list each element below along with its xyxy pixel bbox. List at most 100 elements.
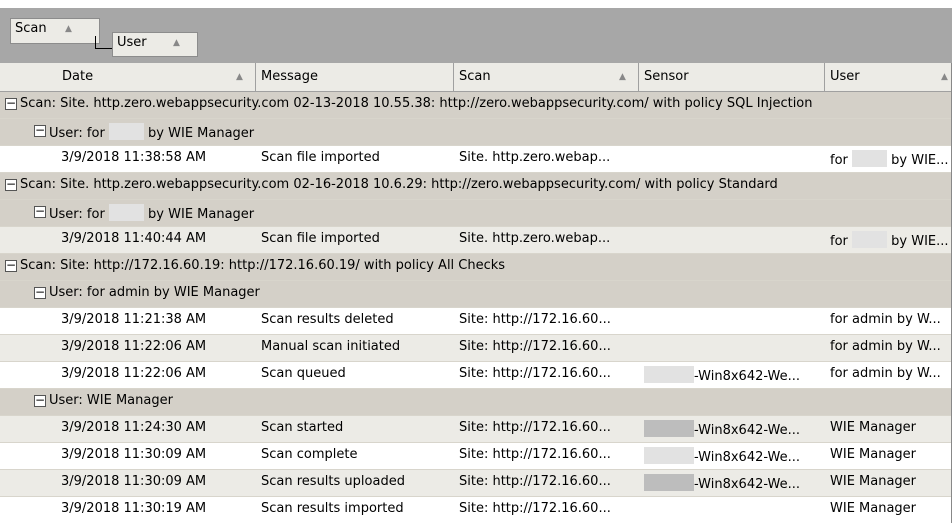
cell-message: Scan queued bbox=[261, 366, 346, 381]
scan-group-label: Scan: Site: http://172.16.60.19: http://… bbox=[20, 258, 506, 273]
table-row[interactable]: 3/9/2018 11:30:19 AM Scan results importe… bbox=[0, 497, 952, 523]
cell-sensor-text: -Win8x642-We... bbox=[694, 369, 801, 384]
user-group-label: User: for by WIE Manager bbox=[49, 123, 254, 141]
group-by-panel[interactable]: Scan ▲ User ▲ bbox=[0, 0, 952, 63]
cell-date: 3/9/2018 11:30:09 AM bbox=[61, 474, 207, 489]
table-row[interactable]: 3/9/2018 11:30:09 AM Scan results uploade… bbox=[0, 470, 952, 497]
table-row[interactable]: 3/9/2018 11:30:09 AM Scan complete Site: h… bbox=[0, 443, 952, 470]
table-row[interactable]: 3/9/2018 11:22:06 AM Scan queued Site: htt… bbox=[0, 362, 952, 389]
cell-user-text: for admin by W... bbox=[830, 312, 941, 327]
redacted-block bbox=[108, 204, 144, 221]
redacted-block bbox=[644, 366, 694, 383]
cell-user-text: WIE Manager bbox=[830, 501, 917, 516]
table-row[interactable]: 3/9/2018 11:22:06 AM Manual scan initiate… bbox=[0, 335, 952, 362]
cell-sensor-text: -Win8x642-We... bbox=[694, 477, 801, 492]
redacted-block bbox=[644, 447, 694, 464]
cell-user-text: for bbox=[830, 153, 853, 168]
column-header-date-label: Date bbox=[62, 69, 94, 84]
user-group-row[interactable]: − User: WIE Manager bbox=[0, 389, 952, 416]
cell-user: WIE Manager bbox=[825, 416, 952, 442]
user-group-label-suffix: by WIE Manager bbox=[143, 126, 255, 141]
collapse-icon[interactable]: − bbox=[34, 124, 46, 137]
group-chip-scan[interactable]: Scan ▲ bbox=[10, 18, 100, 44]
cell-user-suffix: by WIE... bbox=[887, 153, 949, 168]
table-row[interactable]: 3/9/2018 11:38:58 AM Scan file imported Si… bbox=[0, 146, 952, 173]
group-chip-scan-label: Scan bbox=[15, 21, 47, 36]
user-group-label-text: User: for bbox=[49, 126, 109, 141]
scan-group-row[interactable]: − Scan: Site: http://172.16.60.19: http:/… bbox=[0, 254, 952, 281]
cell-sensor bbox=[639, 497, 825, 523]
column-header-row: Date ▲ Message Scan ▲ Sensor User ▲ bbox=[0, 63, 952, 92]
collapse-icon[interactable]: − bbox=[5, 259, 17, 272]
scan-group-label: Scan: Site. http.zero.webappsecurity.com… bbox=[20, 177, 778, 192]
redacted-block bbox=[644, 420, 694, 437]
table-row[interactable]: 3/9/2018 11:40:44 AM Scan file imported Si… bbox=[0, 227, 952, 254]
cell-scan: Site: http://172.16.60... bbox=[459, 447, 611, 462]
cell-user-text: for admin by W... bbox=[830, 339, 941, 354]
cell-user-text: for admin by W... bbox=[830, 366, 941, 381]
collapse-icon[interactable]: − bbox=[5, 178, 17, 191]
column-header-user-label: User bbox=[830, 69, 860, 84]
cell-user: for by WIE... bbox=[825, 146, 952, 172]
cell-date: 3/9/2018 11:40:44 AM bbox=[61, 231, 207, 246]
cell-date: 3/9/2018 11:30:19 AM bbox=[61, 501, 207, 516]
column-header-message[interactable]: Message bbox=[256, 63, 454, 91]
cell-scan: Site: http://172.16.60... bbox=[459, 501, 611, 516]
cell-scan: Site: http://172.16.60... bbox=[459, 312, 611, 327]
cell-date: 3/9/2018 11:21:38 AM bbox=[61, 312, 207, 327]
group-connector-line bbox=[95, 36, 112, 49]
cell-date: 3/9/2018 11:22:06 AM bbox=[61, 339, 207, 354]
user-group-label: User: WIE Manager bbox=[49, 393, 173, 408]
cell-user: for admin by W... bbox=[825, 308, 952, 334]
collapse-icon[interactable]: − bbox=[5, 97, 17, 110]
table-row[interactable]: 3/9/2018 11:21:38 AM Scan results deleted… bbox=[0, 308, 952, 335]
cell-date: 3/9/2018 11:38:58 AM bbox=[61, 150, 207, 165]
sort-ascending-icon: ▲ bbox=[173, 38, 180, 48]
cell-user-text: WIE Manager bbox=[830, 474, 917, 489]
user-group-row[interactable]: − User: for by WIE Manager bbox=[0, 200, 952, 227]
column-header-user[interactable]: User ▲ bbox=[825, 63, 952, 91]
sort-ascending-icon: ▲ bbox=[941, 72, 948, 82]
user-group-label-text: User: for admin by WIE Manager bbox=[49, 285, 260, 300]
cell-sensor bbox=[639, 335, 825, 361]
user-group-label: User: for admin by WIE Manager bbox=[49, 285, 260, 300]
column-header-scan[interactable]: Scan ▲ bbox=[454, 63, 639, 91]
cell-user: WIE Manager bbox=[825, 470, 952, 496]
cell-user-text: for bbox=[830, 234, 853, 249]
cell-scan: Site: http://172.16.60... bbox=[459, 366, 611, 381]
collapse-icon[interactable]: − bbox=[34, 286, 46, 299]
cell-scan: Site: http://172.16.60... bbox=[459, 420, 611, 435]
cell-message: Scan results deleted bbox=[261, 312, 394, 327]
cell-message: Scan complete bbox=[261, 447, 358, 462]
group-chip-user-label: User bbox=[117, 35, 147, 50]
scan-group-row[interactable]: − Scan: Site. http.zero.webappsecurity.co… bbox=[0, 92, 952, 119]
collapse-icon[interactable]: − bbox=[34, 394, 46, 407]
column-header-date[interactable]: Date ▲ bbox=[9, 63, 256, 91]
user-group-label-suffix: by WIE Manager bbox=[143, 207, 255, 222]
user-group-row[interactable]: − User: for by WIE Manager bbox=[0, 119, 952, 146]
cell-message: Scan results imported bbox=[261, 501, 404, 516]
cell-user-suffix: by WIE... bbox=[887, 234, 949, 249]
cell-sensor-text: -Win8x642-We... bbox=[694, 423, 801, 438]
sort-ascending-icon: ▲ bbox=[65, 24, 72, 34]
column-header-sensor[interactable]: Sensor bbox=[639, 63, 825, 91]
user-group-row[interactable]: − User: for admin by WIE Manager bbox=[0, 281, 952, 308]
cell-sensor bbox=[639, 308, 825, 334]
column-header-message-label: Message bbox=[261, 69, 318, 84]
cell-message: Scan file imported bbox=[261, 231, 380, 246]
collapse-icon[interactable]: − bbox=[34, 205, 46, 218]
cell-sensor: -Win8x642-We... bbox=[639, 362, 825, 388]
cell-user: WIE Manager bbox=[825, 497, 952, 523]
cell-sensor: -Win8x642-We... bbox=[639, 416, 825, 442]
scan-group-label: Scan: Site. http.zero.webappsecurity.com… bbox=[20, 96, 813, 111]
sort-ascending-icon: ▲ bbox=[619, 72, 626, 82]
cell-sensor: -Win8x642-We... bbox=[639, 470, 825, 496]
group-chip-user[interactable]: User ▲ bbox=[112, 32, 198, 57]
cell-user-text: WIE Manager bbox=[830, 420, 917, 435]
scan-group-row[interactable]: − Scan: Site. http.zero.webappsecurity.co… bbox=[0, 173, 952, 200]
cell-sensor-text: -Win8x642-We... bbox=[694, 450, 801, 465]
table-row[interactable]: 3/9/2018 11:24:30 AM Scan started Site: ht… bbox=[0, 416, 952, 443]
cell-scan: Site. http.zero.webap... bbox=[459, 231, 611, 246]
log-grid[interactable]: − Scan: Site. http.zero.webappsecurity.co… bbox=[0, 92, 952, 523]
cell-user: for admin by W... bbox=[825, 362, 952, 388]
